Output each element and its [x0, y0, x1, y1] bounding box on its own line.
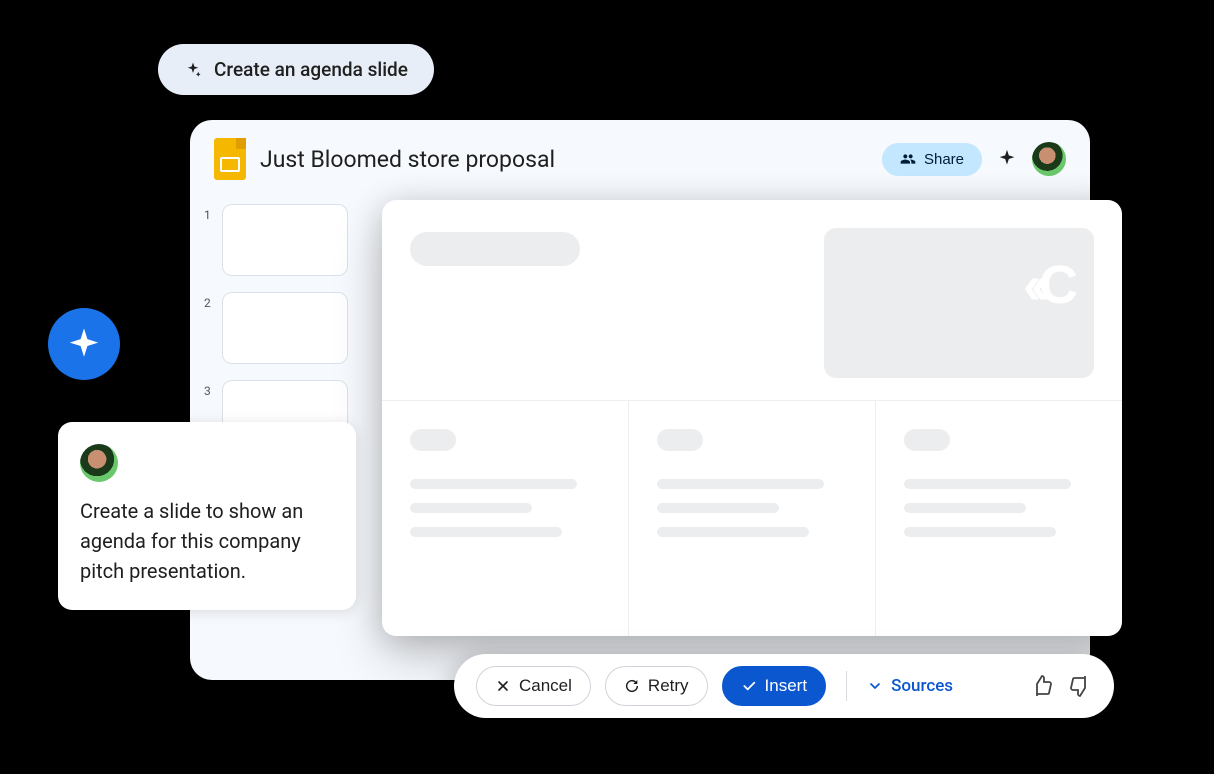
gemini-badge[interactable] — [48, 308, 120, 380]
cancel-label: Cancel — [519, 676, 572, 696]
placeholder-column — [628, 401, 875, 636]
slide-thumbnail-row: 2 — [204, 292, 364, 364]
close-icon — [495, 678, 511, 694]
divider — [846, 671, 847, 701]
chevron-down-icon — [867, 678, 883, 694]
insert-button[interactable]: Insert — [722, 666, 827, 706]
action-bar: Cancel Retry Insert Sources — [454, 654, 1114, 718]
google-slides-icon — [214, 138, 246, 180]
generated-slide-preview: ‹‹C — [382, 200, 1122, 636]
share-label: Share — [924, 151, 964, 168]
slide-number: 3 — [204, 380, 214, 398]
thumbs-up-button[interactable] — [1030, 674, 1054, 698]
slide-thumbnail-row: 1 — [204, 204, 364, 276]
prompt-card: Create a slide to show an agenda for thi… — [58, 422, 356, 610]
sparkle-icon — [184, 61, 202, 79]
sparkle-icon — [67, 327, 101, 361]
slide-number: 1 — [204, 204, 214, 222]
insert-label: Insert — [765, 676, 808, 696]
sources-label: Sources — [891, 676, 953, 696]
retry-label: Retry — [648, 676, 689, 696]
placeholder-title — [410, 232, 580, 266]
placeholder-image: ‹‹C — [824, 228, 1094, 378]
slide-thumbnail[interactable] — [222, 204, 348, 276]
app-header: Just Bloomed store proposal Share — [190, 120, 1090, 190]
check-icon — [741, 678, 757, 694]
user-avatar — [80, 444, 118, 482]
user-avatar[interactable] — [1032, 142, 1066, 176]
gemini-sparkle-icon[interactable] — [996, 148, 1018, 170]
retry-button[interactable]: Retry — [605, 666, 708, 706]
people-icon — [900, 151, 916, 167]
suggestion-chip[interactable]: Create an agenda slide — [158, 44, 434, 95]
cancel-button[interactable]: Cancel — [476, 666, 591, 706]
share-button[interactable]: Share — [882, 143, 982, 176]
placeholder-column — [875, 401, 1122, 636]
suggestion-label: Create an agenda slide — [214, 58, 408, 81]
sources-toggle[interactable]: Sources — [867, 676, 953, 696]
thumbs-down-button[interactable] — [1068, 674, 1092, 698]
slide-thumbnail[interactable] — [222, 292, 348, 364]
prompt-text: Create a slide to show an agenda for thi… — [80, 496, 334, 586]
slide-number: 2 — [204, 292, 214, 310]
document-title[interactable]: Just Bloomed store proposal — [260, 146, 868, 173]
placeholder-column — [382, 401, 628, 636]
placeholder-logo: ‹‹C — [1023, 254, 1068, 316]
refresh-icon — [624, 678, 640, 694]
